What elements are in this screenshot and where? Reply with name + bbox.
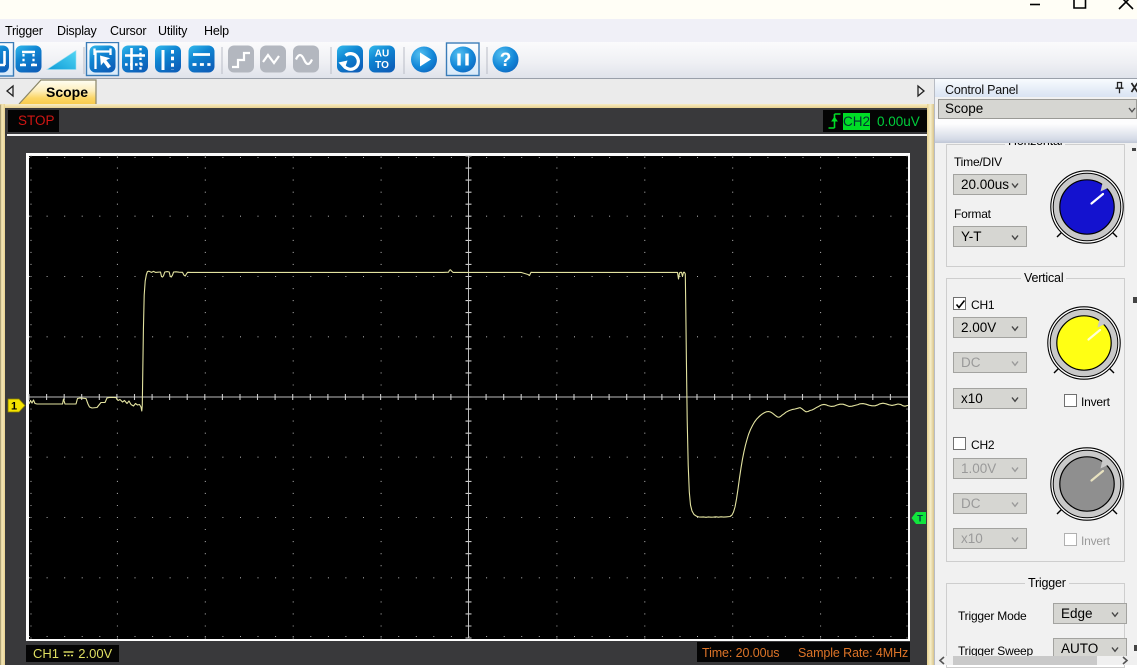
svg-text:T: T [917, 514, 923, 525]
svg-text:1: 1 [11, 401, 17, 413]
svg-text:?: ? [500, 50, 512, 71]
svg-text:TO: TO [375, 60, 389, 71]
svg-text:Scope: Scope [46, 84, 88, 100]
svg-text:AU: AU [375, 49, 389, 60]
